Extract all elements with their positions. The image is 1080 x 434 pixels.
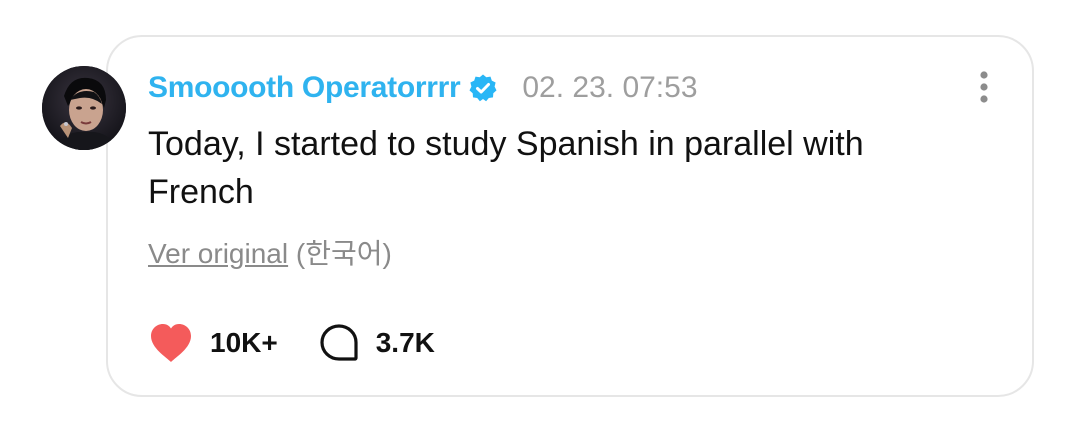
more-options-button[interactable] <box>970 66 998 110</box>
comment-button[interactable]: 3.7K <box>318 322 435 364</box>
avatar[interactable] <box>42 66 126 150</box>
like-button[interactable]: 10K+ <box>148 322 278 364</box>
like-count: 10K+ <box>210 327 278 358</box>
post-actions: 10K+ 3.7K <box>148 318 435 368</box>
more-vertical-icon <box>980 71 988 103</box>
original-language-label: (한국어) <box>295 238 392 269</box>
post-body-text: Today, I started to study Spanish in par… <box>148 125 864 211</box>
post-timestamp: 02. 23. 07:53 <box>522 71 698 104</box>
speech-bubble-icon <box>318 322 360 364</box>
comment-count: 3.7K <box>375 327 435 358</box>
post-header: Smooooth Operatorrrr 02. 23. 07:53 <box>148 68 698 108</box>
username[interactable]: Smooooth Operatorrrr <box>148 71 461 105</box>
heart-icon <box>148 322 194 364</box>
verified-badge-icon <box>468 73 498 103</box>
translation-row: Ver original (한국어) <box>148 232 392 272</box>
view-original-link[interactable]: Ver original <box>148 238 288 269</box>
